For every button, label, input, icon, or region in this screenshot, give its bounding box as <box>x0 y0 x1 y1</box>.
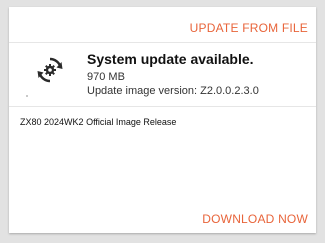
update-title: System update available. <box>87 51 254 67</box>
update-from-file-button[interactable]: UPDATE FROM FILE <box>190 21 308 35</box>
update-version: Update image version: Z2.0.0.2.3.0 <box>87 85 259 97</box>
screen-background: UPDATE FROM FILE System update available… <box>0 0 325 243</box>
indicator-dot <box>26 95 28 97</box>
sync-gear-icon <box>35 55 65 85</box>
card-header: UPDATE FROM FILE <box>9 7 316 43</box>
release-id: ZX80 2024WK2 <box>20 117 84 127</box>
release-notes: ZX80 2024WK2 Official Image Release <box>20 117 176 127</box>
release-description: Official Image Release <box>86 117 177 127</box>
update-card: UPDATE FROM FILE System update available… <box>9 7 316 233</box>
update-info: System update available. 970 MB Update i… <box>9 42 316 107</box>
download-now-button[interactable]: DOWNLOAD NOW <box>202 212 308 226</box>
update-size: 970 MB <box>87 71 125 83</box>
